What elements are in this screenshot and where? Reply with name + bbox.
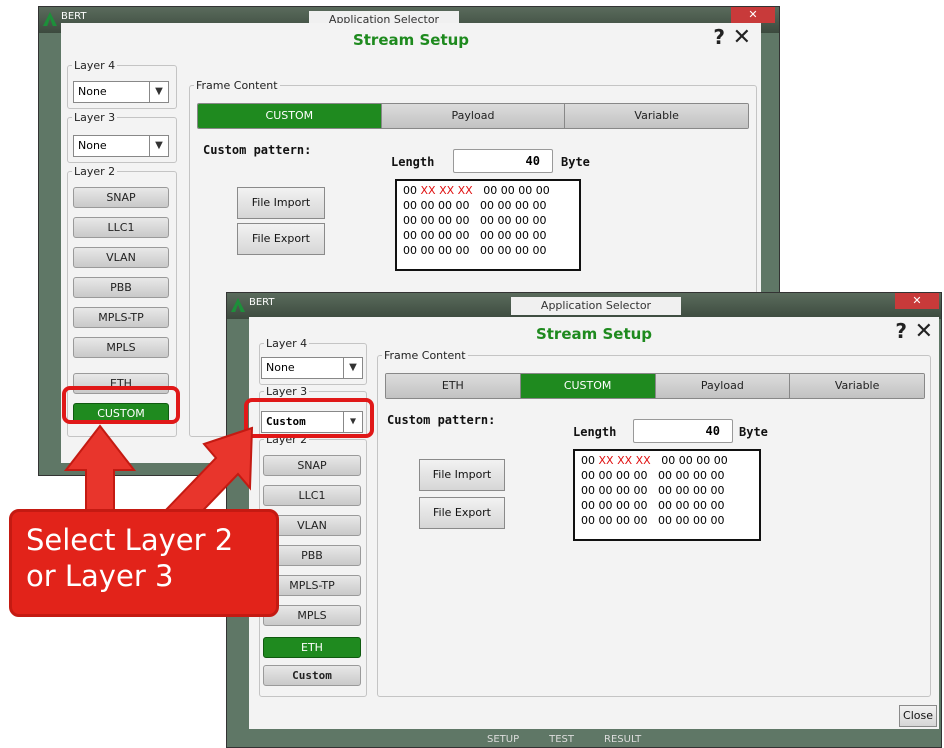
close-icon[interactable]: ✕ (733, 25, 751, 50)
callout-line-1: Select Layer 2 (26, 523, 234, 557)
layer4-label: Layer 4 (74, 59, 116, 72)
length-input[interactable]: 40 (453, 149, 553, 173)
tab-custom[interactable]: CUSTOM (520, 374, 656, 398)
app-bar: BERT Application Selector (227, 293, 941, 319)
help-icon[interactable]: ? (895, 319, 907, 343)
taskbar-setup[interactable]: SETUP (487, 734, 519, 745)
hex-placeholder-bytes: XX XX XX (598, 454, 651, 467)
length-label: Length (573, 425, 617, 439)
bert-logo-icon (231, 298, 245, 312)
frame-content-label: Frame Content (196, 79, 278, 92)
hex-row: 00 00 00 00 00 00 00 00 (403, 214, 547, 227)
layer2-eth-button[interactable]: ETH (263, 637, 361, 658)
taskbar-test[interactable]: TEST (549, 734, 574, 745)
frame-content-tabs: ETH CUSTOM Payload Variable (385, 373, 925, 399)
dialog-title: Stream Setup (352, 31, 470, 49)
hex-row: 00 00 00 00 00 00 00 00 (403, 244, 547, 257)
chevron-down-icon: ▼ (149, 82, 168, 102)
byte-label: Byte (739, 425, 768, 439)
stream-setup-dialog: Stream Setup ? ✕ Layer 4 None ▼ Layer 3 … (249, 317, 939, 729)
layer3-label: Layer 3 (266, 385, 308, 398)
layer4-select[interactable]: None ▼ (73, 81, 169, 103)
custom-pattern-label: Custom pattern: (387, 413, 496, 427)
layer4-select[interactable]: None ▼ (261, 357, 363, 379)
file-export-button[interactable]: File Export (237, 223, 325, 255)
hex-row: 00 00 00 00 00 00 00 00 (581, 514, 725, 527)
length-input[interactable]: 40 (633, 419, 733, 443)
layer2-snap-button[interactable]: SNAP (73, 187, 169, 208)
chevron-down-icon: ▼ (343, 358, 362, 378)
bert-logo-icon (43, 12, 57, 26)
chevron-down-icon: ▼ (149, 136, 168, 156)
file-export-button[interactable]: File Export (419, 497, 505, 529)
hex-row-prefix: 00 (581, 454, 599, 467)
custom-pattern-hex-editor[interactable]: 00 XX XX XX 00 00 00 00 00 00 00 00 00 0… (395, 179, 581, 271)
callout-line-2: or Layer 3 (26, 559, 174, 593)
tab-payload[interactable]: Payload (381, 104, 566, 128)
frame-content-label: Frame Content (384, 349, 466, 362)
layer2-llc1-button[interactable]: LLC1 (73, 217, 169, 238)
layer2-snap-button[interactable]: SNAP (263, 455, 361, 476)
window-close-button[interactable]: ✕ (731, 7, 775, 23)
hex-row: 00 00 00 00 00 00 00 00 (403, 199, 547, 212)
layer3-label: Layer 3 (74, 111, 116, 124)
layer2-mplstp-button[interactable]: MPLS-TP (73, 307, 169, 328)
hex-row-prefix: 00 (403, 184, 421, 197)
byte-label: Byte (561, 155, 590, 169)
custom-pattern-hex-editor[interactable]: 00 XX XX XX 00 00 00 00 00 00 00 00 00 0… (573, 449, 761, 541)
hex-row: 00 00 00 00 00 00 00 00 (581, 499, 725, 512)
layer2-llc1-button[interactable]: LLC1 (263, 485, 361, 506)
taskbar-result[interactable]: RESULT (604, 734, 641, 745)
close-button[interactable]: Close (899, 705, 937, 727)
hex-placeholder-bytes: XX XX XX (420, 184, 473, 197)
layer2-mpls-button[interactable]: MPLS (73, 337, 169, 358)
help-icon[interactable]: ? (713, 25, 725, 49)
layer2-custom-button[interactable]: Custom (263, 665, 361, 686)
length-label: Length (391, 155, 435, 169)
hex-row: 00 00 00 00 00 00 00 00 (581, 469, 725, 482)
layer2-label: Layer 2 (74, 165, 116, 178)
highlight-custom-layer2 (62, 386, 180, 424)
frame-content-tabs: CUSTOM Payload Variable (197, 103, 749, 129)
screenshot-front: BERT Application Selector ✕ Stream Setup… (226, 292, 942, 748)
app-title: BERT (61, 11, 87, 22)
application-selector[interactable]: Application Selector (511, 297, 681, 315)
layer2-pbb-button[interactable]: PBB (73, 277, 169, 298)
tab-payload[interactable]: Payload (655, 374, 791, 398)
app-title: BERT (249, 297, 275, 308)
custom-pattern-label: Custom pattern: (203, 143, 312, 157)
tab-variable[interactable]: Variable (790, 374, 924, 398)
layer4-value: None (266, 361, 295, 374)
window-close-button[interactable]: ✕ (895, 293, 939, 309)
hex-row: 00 00 00 00 00 00 00 00 (581, 484, 725, 497)
taskbar: SETUP TEST RESULT (487, 734, 641, 745)
layer3-select[interactable]: None ▼ (73, 135, 169, 157)
tab-variable[interactable]: Variable (565, 104, 748, 128)
file-import-button[interactable]: File Import (237, 187, 325, 219)
layer4-value: None (78, 85, 107, 98)
layer2-vlan-button[interactable]: VLAN (73, 247, 169, 268)
hex-row: 00 00 00 00 00 00 00 00 (403, 229, 547, 242)
layer3-value: None (78, 139, 107, 152)
instruction-callout: Select Layer 2 or Layer 3 (9, 509, 279, 617)
hex-row-suffix: 00 00 00 00 (472, 184, 550, 197)
layer4-label: Layer 4 (266, 337, 308, 350)
highlight-custom-layer3 (244, 398, 374, 438)
hex-row-suffix: 00 00 00 00 (650, 454, 728, 467)
close-icon[interactable]: ✕ (915, 319, 933, 344)
tab-custom[interactable]: CUSTOM (198, 104, 382, 128)
tab-eth[interactable]: ETH (386, 374, 521, 398)
file-import-button[interactable]: File Import (419, 459, 505, 491)
